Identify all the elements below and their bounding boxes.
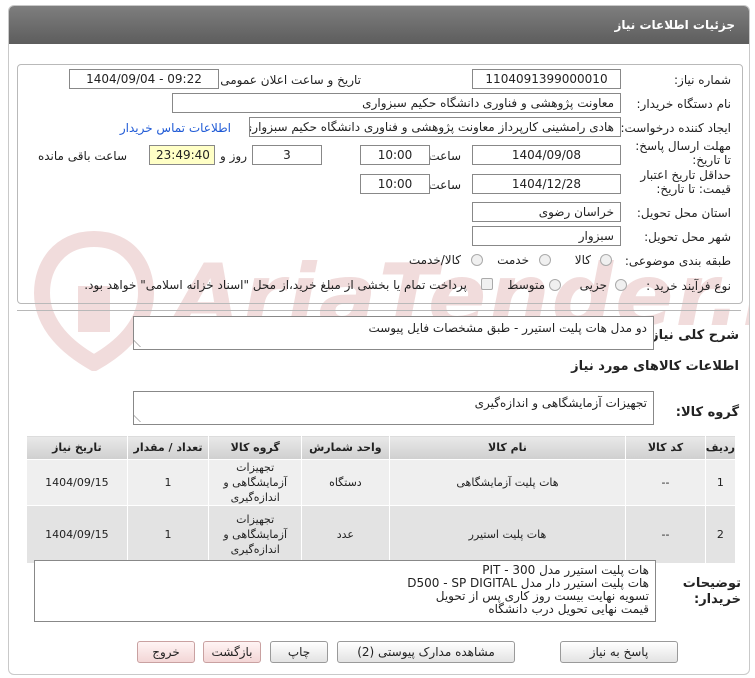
validity-time-label: ساعت — [428, 178, 461, 192]
goods-table: ردیف کد کالا نام کالا واحد شمارش گروه کا… — [26, 435, 737, 564]
buyer-org-label: نام دستگاه خریدار: — [636, 97, 732, 111]
contact-buyer-link[interactable]: اطلاعات تماس خریدار — [120, 121, 231, 135]
row-date: 1404/09/15 — [26, 459, 128, 506]
remaining-time-field: 23:49:40 — [149, 145, 215, 165]
buyer-org-field: معاونت پژوهشی و فناوری دانشگاه حکیم سبزو… — [172, 93, 621, 113]
row-group: تجهیزات آزمایشگاهی و اندازه‌گیری — [208, 505, 303, 564]
row-code: -- — [625, 505, 706, 564]
col-group-header: گروه کالا — [208, 435, 303, 460]
row-qty: 1 — [126, 505, 210, 564]
deadline-time-field: 10:00 — [360, 145, 430, 165]
need-number-field: 1104091399000010 — [472, 69, 621, 89]
row-group: تجهیزات آزمایشگاهی و اندازه‌گیری — [208, 459, 303, 506]
row-index: 1 — [704, 459, 737, 506]
category-label: طبقه بندی موضوعی: — [624, 254, 731, 268]
divider — [17, 310, 741, 311]
row-qty: 1 — [126, 459, 210, 506]
process-option-minor: جزیی — [579, 278, 607, 292]
goods-group-textarea[interactable]: تجهیزات آزمایشگاهی و اندازه‌گیری — [133, 391, 654, 425]
col-index-header: ردیف — [704, 435, 737, 460]
col-qty-header: تعداد / مقدار — [126, 435, 210, 460]
announce-field: 1404/09/04 - 09:22 — [69, 69, 219, 89]
back-button[interactable]: بازگشت — [203, 641, 261, 663]
process-label: نوع فرآیند خرید : — [646, 279, 731, 293]
creator-field: هادی رامشینی کارپرداز معاونت پژوهشی و فن… — [249, 117, 621, 137]
city-label: شهر محل تحویل: — [644, 230, 731, 244]
payment-note: پرداخت تمام یا بخشی از مبلغ خرید،از محل … — [84, 278, 467, 292]
row-code: -- — [625, 459, 706, 506]
table-row: 1 -- هات پلیت آزمایشگاهی دستگاه تجهیزات … — [26, 459, 737, 506]
category-option-service: خدمت — [497, 253, 529, 267]
validity-date-field: 1404/12/28 — [472, 174, 621, 194]
buyer-notes-label: توضیحات خریدار: — [682, 576, 741, 607]
row-date: 1404/09/15 — [26, 505, 128, 564]
validity-time-field: 10:00 — [360, 174, 430, 194]
category-option-goods: کالا — [574, 253, 591, 267]
goods-group-label: گروه کالا: — [675, 405, 739, 420]
row-unit: دستگاه — [301, 459, 390, 506]
deadline-date-field: 1404/09/08 — [472, 145, 621, 165]
category-option-both: کالا/خدمت — [408, 253, 461, 267]
panel-title: جزئیات اطلاعات نیاز — [9, 6, 749, 44]
remaining-label: ساعت باقی مانده — [37, 149, 127, 163]
city-field: سبزوار — [472, 226, 621, 246]
reply-button[interactable]: پاسخ به نیاز — [560, 641, 678, 663]
deadline-label: مهلت ارسال پاسخ: تا تاریخ: — [635, 139, 731, 167]
attachments-button[interactable]: مشاهده مدارک پیوستی (2) — [337, 641, 515, 663]
category-radio-service[interactable] — [539, 254, 551, 266]
description-text: دو مدل هات پلیت استیرر - طبق مشخصات فایل… — [368, 321, 647, 335]
days-label: روز و — [220, 149, 247, 163]
goods-section-title: اطلاعات کالاهای مورد نیاز — [571, 359, 739, 374]
creator-label: ایجاد کننده درخواست: — [620, 121, 731, 135]
resize-handle-icon[interactable] — [134, 414, 148, 422]
col-name-header: نام کالا — [388, 435, 627, 460]
row-unit: عدد — [301, 505, 390, 564]
table-row: 2 -- هات پلیت استیرر عدد تجهیزات آزمایشگ… — [26, 505, 737, 564]
col-unit-header: واحد شمارش — [301, 435, 390, 460]
col-date-header: تاریخ نیاز — [26, 435, 128, 460]
process-option-medium: متوسط — [507, 278, 545, 292]
row-index: 2 — [704, 505, 737, 564]
goods-group-text: تجهیزات آزمایشگاهی و اندازه‌گیری — [474, 396, 647, 410]
category-radio-both[interactable] — [471, 254, 483, 266]
need-number-label: شماره نیاز: — [674, 73, 731, 87]
province-field: خراسان رضوی — [472, 202, 621, 222]
description-label: شرح کلی نیاز: — [645, 328, 739, 343]
validity-label: حداقل تاریخ اعتبار قیمت: تا تاریخ: — [640, 168, 731, 196]
province-label: استان محل تحویل: — [636, 206, 731, 220]
row-name: هات پلیت آزمایشگاهی — [388, 459, 627, 506]
treasury-checkbox[interactable] — [481, 278, 493, 290]
buyer-notes-textarea[interactable]: هات پلیت استیرر مدل PIT - 300 هات پلیت ا… — [34, 560, 656, 622]
deadline-time-label: ساعت — [428, 149, 461, 163]
exit-button[interactable]: خروج — [137, 641, 195, 663]
process-radio-minor[interactable] — [615, 279, 627, 291]
notes-line: قیمت نهایی تحویل درب دانشگاه — [488, 602, 649, 616]
process-radio-medium[interactable] — [549, 279, 561, 291]
resize-handle-icon[interactable] — [134, 339, 148, 347]
row-name: هات پلیت استیرر — [388, 505, 627, 564]
col-code-header: کد کالا — [625, 435, 706, 460]
table-header-row: ردیف کد کالا نام کالا واحد شمارش گروه کا… — [26, 435, 737, 460]
category-radio-goods[interactable] — [600, 254, 612, 266]
days-field: 3 — [252, 145, 322, 165]
announce-label: تاریخ و ساعت اعلان عمومی: — [216, 73, 361, 87]
description-textarea[interactable]: دو مدل هات پلیت استیرر - طبق مشخصات فایل… — [133, 316, 654, 350]
print-button[interactable]: چاپ — [270, 641, 328, 663]
